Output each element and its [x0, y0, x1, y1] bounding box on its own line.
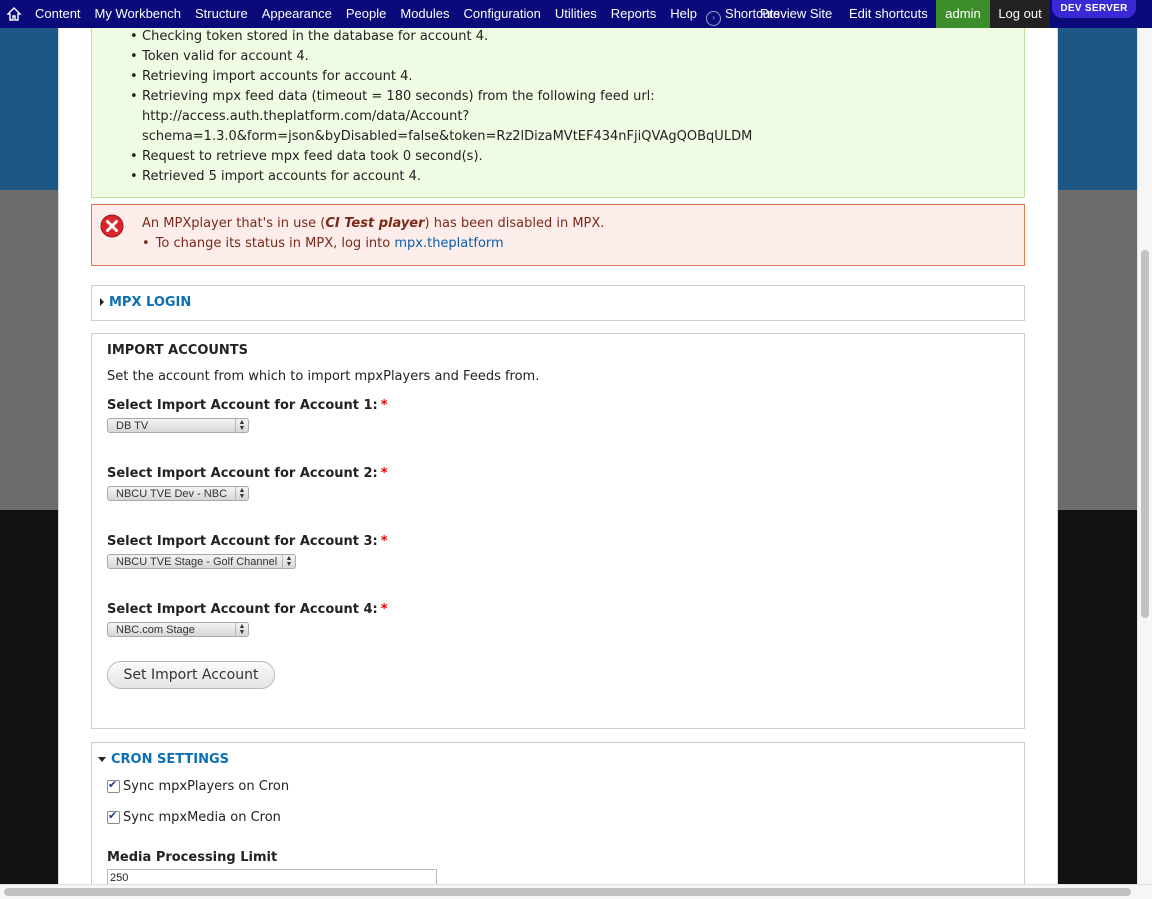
sync-media-checkbox[interactable] — [107, 809, 120, 824]
toolbar-logout[interactable]: Log out — [990, 0, 1050, 28]
toolbar-people[interactable]: People — [339, 0, 393, 28]
account-3-select[interactable]: NBCU TVE Stage - Golf Channel ▲ ▼ — [107, 554, 296, 569]
sync-players-checkbox[interactable] — [107, 778, 120, 793]
set-import-account-button[interactable]: Set Import Account — [107, 661, 275, 689]
required-marker: * — [380, 602, 388, 617]
account-1-label: Select Import Account for Account 1: * — [107, 398, 388, 413]
status-list: Checking token stored in the database fo… — [130, 28, 753, 187]
toolbar-configuration[interactable]: Configuration — [457, 0, 548, 28]
account-4-select[interactable]: NBC.com Stage ▲ ▼ — [107, 622, 249, 637]
horizontal-scrollbar[interactable] — [0, 884, 1152, 899]
vertical-scroll-thumb[interactable] — [1141, 250, 1149, 618]
toolbar-my-workbench[interactable]: My Workbench — [88, 0, 188, 28]
collapsed-arrow-icon — [100, 298, 104, 306]
error-icon — [100, 214, 124, 238]
status-item-continued: http://access.auth.theplatform.com/data/… — [142, 109, 470, 124]
admin-toolbar: Content My Workbench Structure Appearanc… — [0, 0, 1152, 28]
vertical-scrollbar[interactable] — [1137, 28, 1152, 884]
status-messages: Checking token stored in the database fo… — [91, 28, 1025, 198]
toolbar-edit-shortcuts[interactable]: Edit shortcuts — [842, 0, 935, 28]
toolbar-admin-user[interactable]: admin — [936, 0, 990, 28]
account-3-label: Select Import Account for Account 3: * — [107, 534, 388, 549]
required-marker: * — [380, 466, 388, 481]
expanded-arrow-icon — [98, 757, 106, 762]
status-item: Retrieving mpx feed data (timeout = 180 … — [130, 87, 752, 107]
status-item: Checking token stored in the database fo… — [130, 28, 752, 47]
import-accounts-title: IMPORT ACCOUNTS — [107, 343, 249, 358]
cron-settings-fieldset: CRON SETTINGS Sync mpxPlayers on Cron Sy… — [91, 742, 1025, 884]
select-arrows-icon: ▲ ▼ — [282, 555, 295, 569]
account-2-select[interactable]: NBCU TVE Dev - NBC ▲ ▼ — [107, 486, 249, 501]
mpx-login-legend[interactable]: MPX LOGIN — [100, 295, 191, 310]
error-message: An MPXplayer that's in use (CI Test play… — [91, 204, 1025, 266]
toolbar-content[interactable]: Content — [28, 0, 88, 28]
required-marker: * — [380, 398, 388, 413]
media-limit-input[interactable]: 250 — [107, 869, 437, 884]
toolbar-utilities[interactable]: Utilities — [548, 0, 604, 28]
toolbar-modules[interactable]: Modules — [393, 0, 456, 28]
account-4-label: Select Import Account for Account 4: * — [107, 602, 388, 617]
horizontal-scroll-thumb[interactable] — [4, 888, 1131, 896]
status-item: Token valid for account 4. — [130, 47, 752, 67]
select-arrows-icon: ▲ ▼ — [235, 487, 248, 501]
cron-settings-legend[interactable]: CRON SETTINGS — [98, 752, 229, 767]
error-hint: To change its status in MPX, log into mp… — [142, 236, 504, 251]
shortcuts-toggle-icon: › — [706, 10, 722, 26]
import-accounts-fieldset: IMPORT ACCOUNTS Set the account from whi… — [91, 333, 1025, 729]
account-1-select[interactable]: DB TV ▲ ▼ — [107, 418, 249, 433]
account-2-label: Select Import Account for Account 2: * — [107, 466, 388, 481]
mpx-login-fieldset: MPX LOGIN — [91, 285, 1025, 321]
toolbar-structure[interactable]: Structure — [188, 0, 255, 28]
sync-players-label: Sync mpxPlayers on Cron — [123, 779, 290, 794]
dev-server-badge: DEV SERVER — [1052, 0, 1136, 18]
select-arrows-icon: ▲ ▼ — [235, 623, 248, 637]
status-item: Retrieving import accounts for account 4… — [130, 67, 752, 87]
import-accounts-description: Set the account from which to import mpx… — [107, 369, 540, 384]
toolbar-appearance[interactable]: Appearance — [255, 0, 339, 28]
mpx-link[interactable]: mpx.theplatform — [394, 236, 503, 251]
page-content: Checking token stored in the database fo… — [58, 28, 1058, 884]
media-limit-label: Media Processing Limit — [107, 850, 278, 865]
required-marker: * — [380, 534, 388, 549]
toolbar-preview-site[interactable]: Preview Site — [760, 0, 832, 28]
toolbar-reports[interactable]: Reports — [604, 0, 664, 28]
status-item: Retrieved 5 import accounts for account … — [130, 167, 752, 187]
sync-media-label: Sync mpxMedia on Cron — [123, 810, 281, 825]
select-arrows-icon: ▲ ▼ — [235, 419, 248, 433]
player-name: CI Test player — [325, 216, 425, 231]
error-text: An MPXplayer that's in use (CI Test play… — [142, 216, 605, 231]
sync-players-row: Sync mpxPlayers on Cron — [107, 778, 290, 794]
status-item-continued: schema=1.3.0&form=json&byDisabled=false&… — [142, 129, 753, 144]
toolbar-help[interactable]: Help — [663, 0, 704, 28]
home-icon[interactable] — [0, 0, 28, 28]
status-item: Request to retrieve mpx feed data took 0… — [130, 147, 752, 167]
sync-media-row: Sync mpxMedia on Cron — [107, 809, 281, 825]
